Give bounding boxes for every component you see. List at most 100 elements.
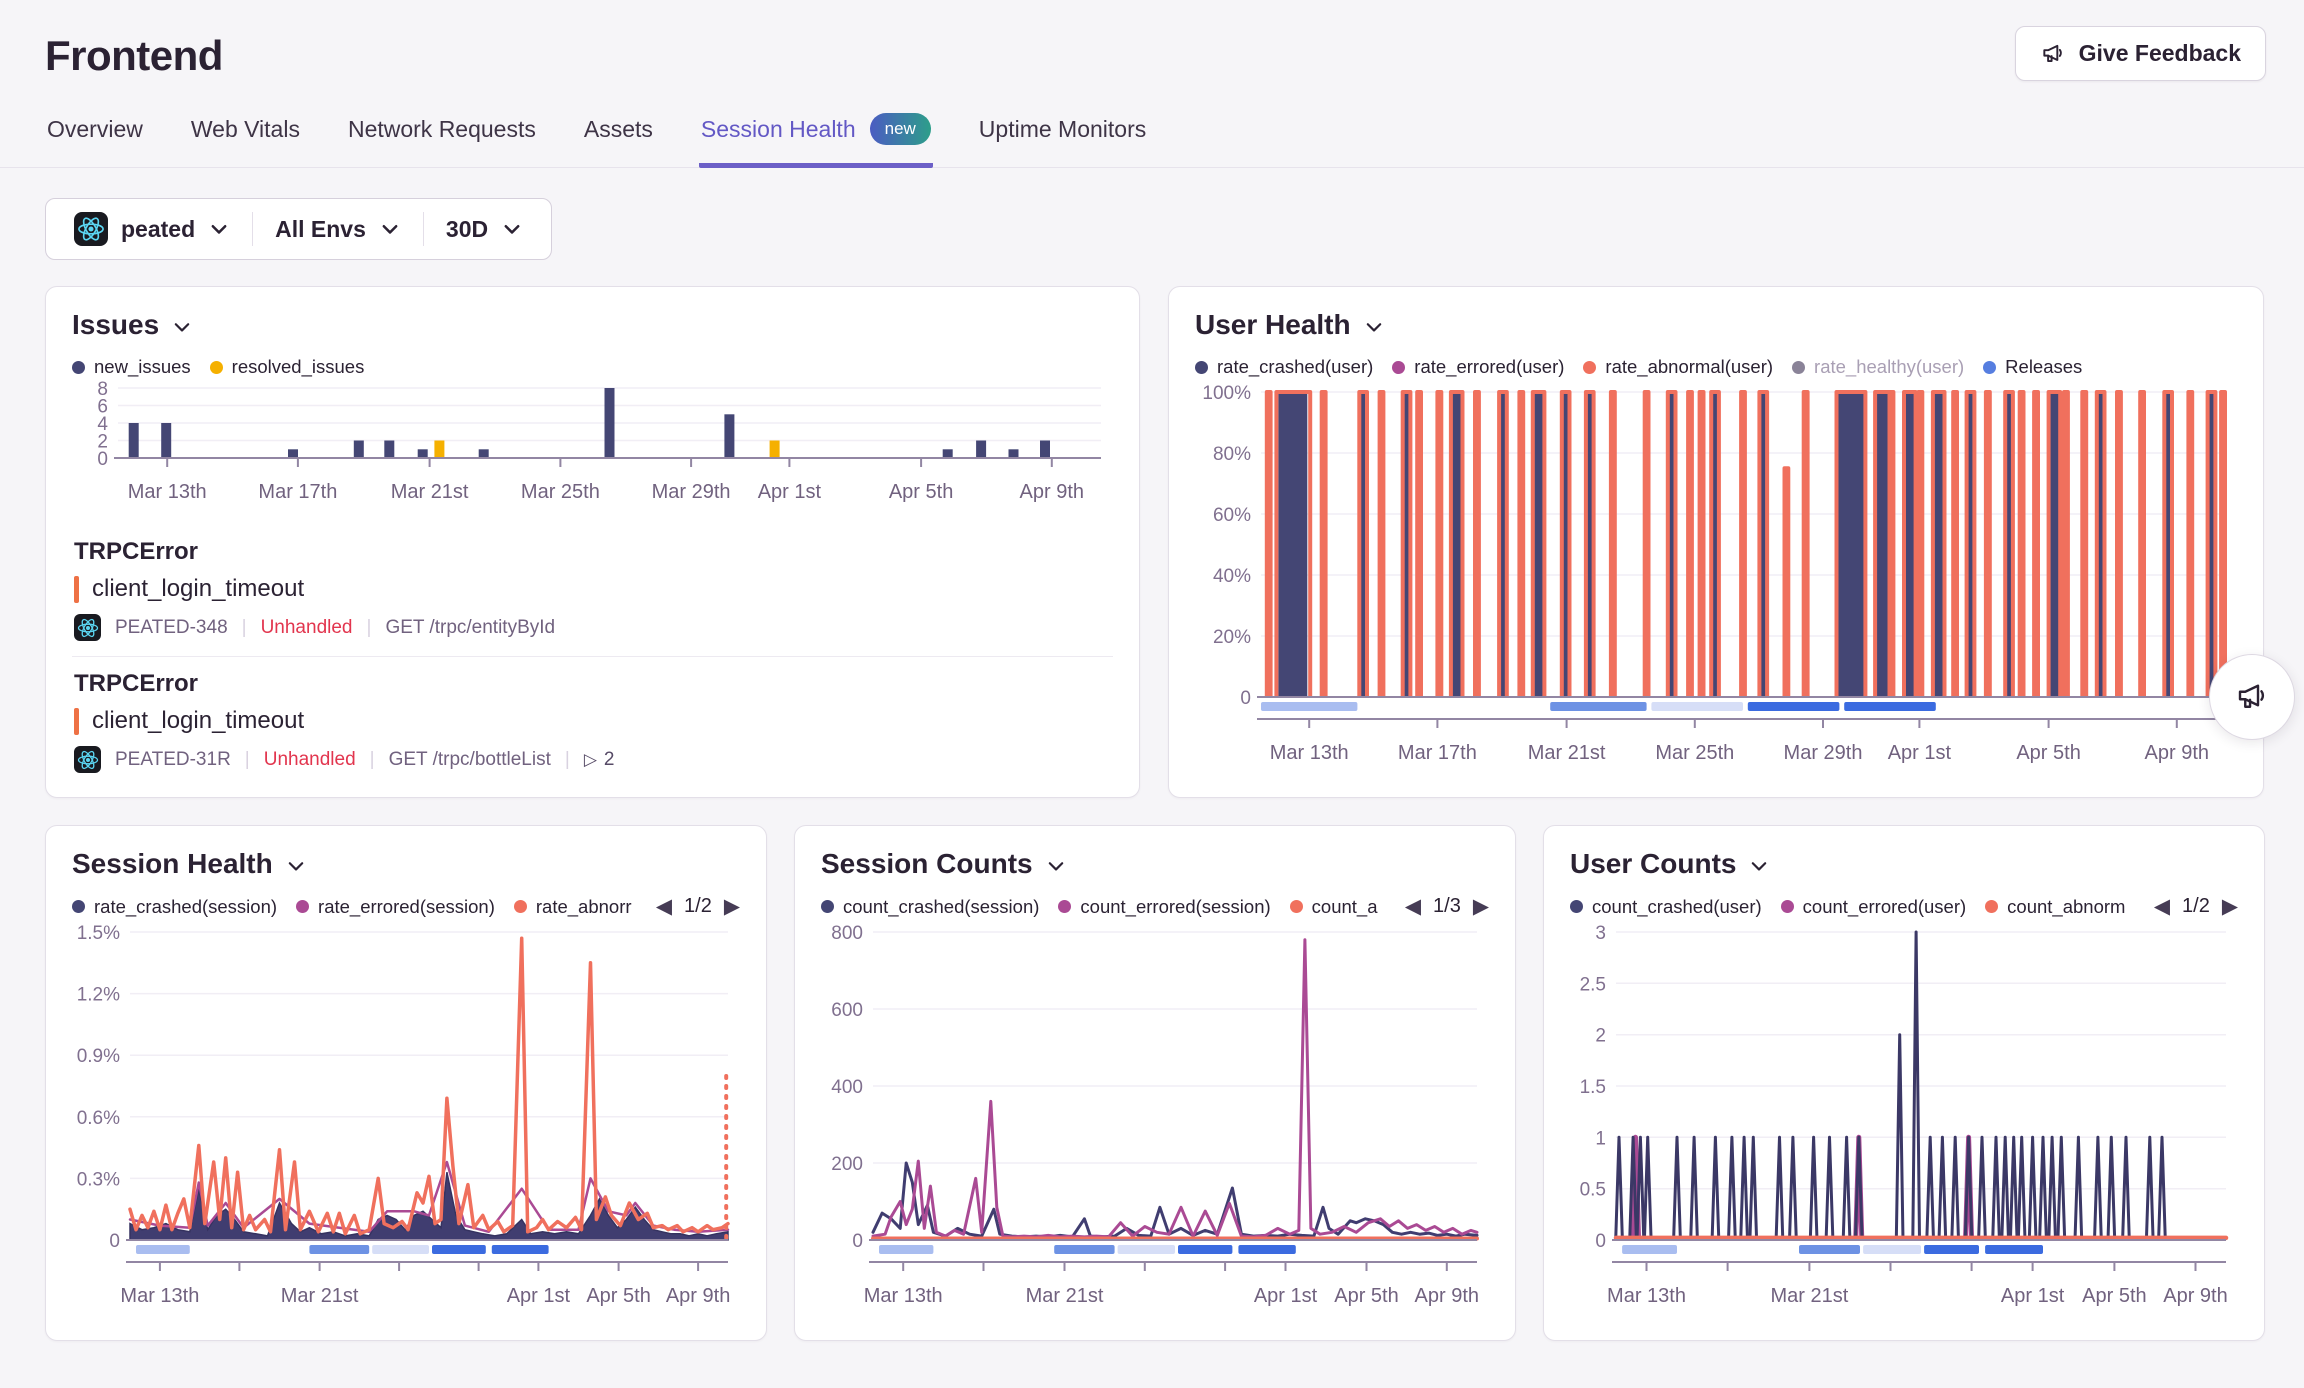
session-health-legend: rate_crashed(session) rate_errored(sessio… — [72, 896, 646, 918]
tab-uptime-monitors[interactable]: Uptime Monitors — [977, 105, 1148, 168]
session-counts-legend: count_crashed(session) count_errored(sess… — [821, 896, 1395, 918]
svg-text:1: 1 — [1595, 1128, 1606, 1149]
issue-transaction: GET /trpc/bottleList — [389, 749, 551, 771]
svg-text:20%: 20% — [1213, 627, 1251, 648]
pager-next-icon[interactable]: ▶ — [724, 896, 740, 917]
user-health-panel-title[interactable]: User Health — [1195, 309, 1385, 341]
svg-text:Mar 13th: Mar 13th — [120, 1285, 199, 1307]
pager-prev-icon[interactable]: ◀ — [1405, 896, 1421, 917]
user-counts-panel-title[interactable]: User Counts — [1570, 848, 1770, 880]
legend-label: rate_abnorr — [536, 896, 632, 918]
legend-item[interactable]: count_crashed(session) — [821, 896, 1039, 918]
pager-prev-icon[interactable]: ◀ — [2154, 896, 2170, 917]
legend-item[interactable]: rate_errored(user) — [1392, 356, 1564, 378]
legend-label: count_a — [1312, 896, 1378, 918]
react-project-icon — [74, 614, 101, 641]
svg-text:Mar 21st: Mar 21st — [1770, 1285, 1848, 1307]
svg-text:60%: 60% — [1213, 505, 1251, 526]
svg-text:800: 800 — [831, 923, 863, 944]
svg-text:Apr 5th: Apr 5th — [1334, 1285, 1398, 1307]
svg-text:Mar 17th: Mar 17th — [258, 481, 337, 503]
unhandled-tag: Unhandled — [264, 749, 356, 771]
svg-text:0: 0 — [1595, 1231, 1606, 1252]
legend-dot — [514, 900, 527, 913]
legend-item[interactable]: count_a — [1290, 896, 1378, 918]
megaphone-icon — [2234, 679, 2270, 715]
svg-text:Mar 21st: Mar 21st — [1026, 1285, 1104, 1307]
svg-text:8: 8 — [97, 379, 108, 400]
issue-row[interactable]: TRPCError client_login_timeout PEATED-34… — [72, 525, 1113, 656]
svg-text:Apr 9th: Apr 9th — [1020, 481, 1084, 503]
legend-label: count_crashed(session) — [843, 896, 1039, 918]
legend-item[interactable]: rate_abnormal(user) — [1583, 356, 1773, 378]
pager-prev-icon[interactable]: ◀ — [656, 896, 672, 917]
legend-label: Releases — [2005, 356, 2082, 378]
floating-feedback-button[interactable] — [2209, 654, 2295, 740]
legend-dot — [72, 900, 85, 913]
legend-item[interactable]: rate_crashed(session) — [72, 896, 277, 918]
issue-row[interactable]: TRPCError client_login_timeout PEATED-31… — [72, 657, 1113, 788]
svg-text:1.5%: 1.5% — [77, 923, 120, 944]
severity-bar — [74, 576, 79, 603]
legend-label: count_crashed(user) — [1592, 896, 1762, 918]
legend-item[interactable]: rate_abnorr — [514, 896, 632, 918]
legend-item[interactable]: rate_errored(session) — [296, 896, 495, 918]
legend-item[interactable]: count_errored(user) — [1781, 896, 1967, 918]
svg-text:0: 0 — [1240, 688, 1251, 709]
session-health-panel-title[interactable]: Session Health — [72, 848, 307, 880]
issues-panel-title[interactable]: Issues — [72, 309, 193, 341]
legend-dot — [1983, 361, 1996, 374]
tab-overview[interactable]: Overview — [45, 105, 145, 168]
legend-label: rate_crashed(session) — [94, 896, 277, 918]
legend-item[interactable]: rate_crashed(user) — [1195, 356, 1373, 378]
tab-network-requests[interactable]: Network Requests — [346, 105, 538, 168]
chevron-down-icon — [171, 316, 193, 338]
svg-text:Mar 13th: Mar 13th — [1607, 1285, 1686, 1307]
legend-item[interactable]: resolved_issues — [210, 356, 365, 378]
session-counts-chart: 0200400600800Mar 13thMar 21stApr 1stApr … — [821, 922, 1489, 1326]
svg-text:0: 0 — [852, 1231, 863, 1252]
chevron-down-icon — [379, 218, 401, 240]
pager-next-icon[interactable]: ▶ — [2222, 896, 2238, 917]
environment-selector[interactable]: All Envs — [253, 216, 423, 243]
legend-dot — [1392, 361, 1405, 374]
legend-item[interactable]: rate_healthy(user) — [1792, 356, 1964, 378]
tab-assets[interactable]: Assets — [582, 105, 655, 168]
project-selector[interactable]: peated — [52, 212, 252, 246]
severity-bar — [74, 708, 79, 735]
legend-label: resolved_issues — [232, 356, 365, 378]
issue-short-id: PEATED-348 — [115, 617, 228, 639]
legend-label: count_abnorm — [2007, 896, 2125, 918]
legend-item[interactable]: count_errored(session) — [1058, 896, 1270, 918]
give-feedback-button[interactable]: Give Feedback — [2015, 26, 2266, 81]
pager-count: 1/2 — [684, 895, 712, 918]
filter-bar: peated All Envs 30D — [45, 198, 552, 260]
legend-item[interactable]: count_abnorm — [1985, 896, 2125, 918]
session-counts-panel-title[interactable]: Session Counts — [821, 848, 1067, 880]
legend-pager: ◀ 1/2 ▶ — [646, 895, 740, 918]
play-icon: ▷ — [584, 750, 597, 770]
react-project-icon — [74, 212, 108, 246]
issue-transaction: GET /trpc/entityById — [385, 617, 555, 639]
svg-text:1.2%: 1.2% — [77, 985, 120, 1006]
user-counts-chart: 00.511.522.53Mar 13thMar 21stApr 1stApr … — [1570, 922, 2238, 1326]
svg-text:Apr 1st: Apr 1st — [507, 1285, 571, 1307]
pager-next-icon[interactable]: ▶ — [1473, 896, 1489, 917]
legend-label: new_issues — [94, 356, 191, 378]
tab-session-health[interactable]: Session Health new — [699, 105, 933, 168]
event-count: ▷2 — [584, 749, 615, 771]
svg-text:Apr 9th: Apr 9th — [666, 1285, 730, 1307]
legend-dot — [1290, 900, 1303, 913]
legend-dot — [72, 361, 85, 374]
legend-item[interactable]: Releases — [1983, 356, 2082, 378]
tab-web-vitals[interactable]: Web Vitals — [189, 105, 302, 168]
svg-text:100%: 100% — [1202, 383, 1251, 404]
chevron-down-icon — [1363, 316, 1385, 338]
date-range-selector[interactable]: 30D — [424, 216, 545, 243]
legend-dot — [1583, 361, 1596, 374]
legend-item[interactable]: new_issues — [72, 356, 191, 378]
svg-text:Apr 9th: Apr 9th — [2163, 1285, 2227, 1307]
legend-item[interactable]: count_crashed(user) — [1570, 896, 1762, 918]
legend-label: count_errored(user) — [1803, 896, 1967, 918]
svg-text:600: 600 — [831, 1000, 863, 1021]
